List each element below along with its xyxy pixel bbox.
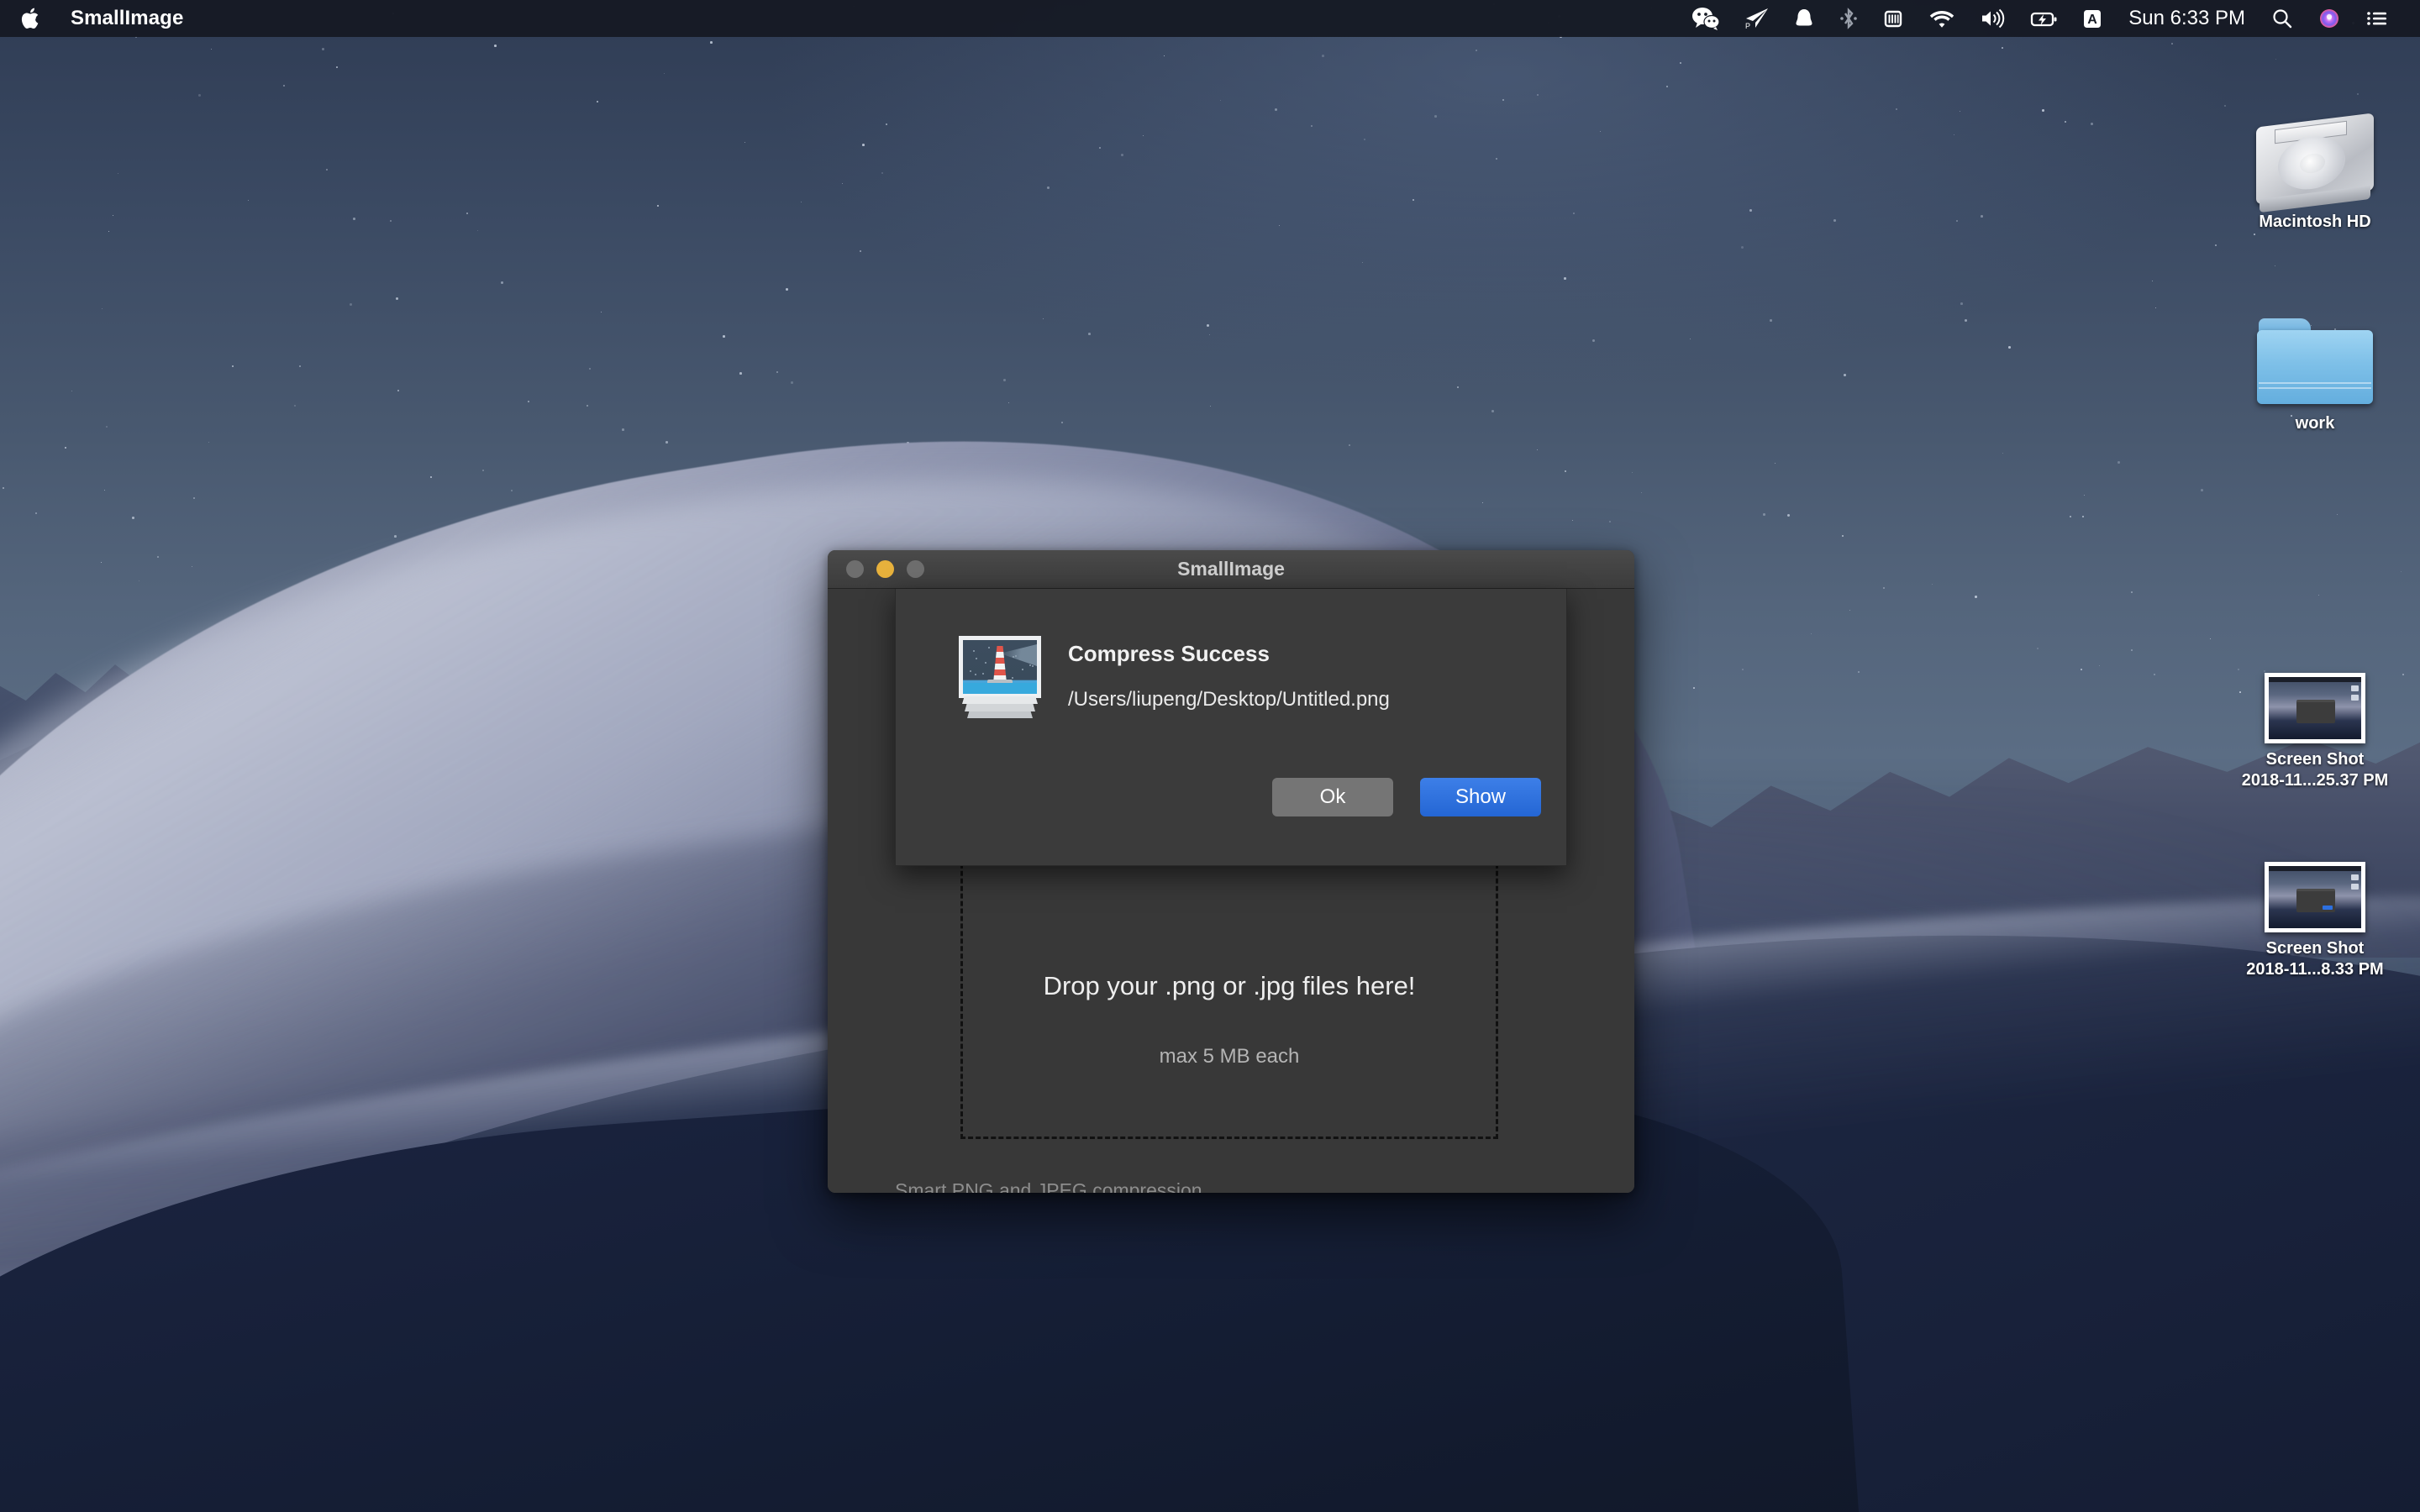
menu-bar-status-area[interactable]: P — [1680, 0, 2420, 37]
svg-text:P: P — [1745, 22, 1750, 30]
lighthouse-app-icon — [959, 636, 1041, 718]
dropzone-subtitle: max 5 MB each — [963, 1045, 1496, 1068]
dialog-button-row[interactable]: Ok Show — [1272, 778, 1541, 816]
battery-meter-icon[interactable] — [1870, 0, 1917, 37]
dialog-file-path: /Users/liupeng/Desktop/Untitled.png — [1068, 688, 1390, 711]
siri-icon[interactable] — [2306, 0, 2353, 37]
zoom-button[interactable] — [907, 560, 924, 578]
ok-button[interactable]: Ok — [1272, 778, 1393, 816]
dialog-title: Compress Success — [1068, 641, 1270, 667]
file-dropzone[interactable]: Drop your .png or .jpg files here! max 5… — [960, 841, 1498, 1139]
menu-app-title[interactable]: SmallImage — [71, 7, 183, 30]
desktop-icon-label: Macintosh HD — [2218, 212, 2412, 233]
hard-drive-icon — [2218, 80, 2412, 206]
desktop-icon-screenshot-1[interactable]: Screen Shot 2018-11...25.37 PM — [2218, 617, 2412, 791]
desktop-icon-label-line2: 2018-11...8.33 PM — [2218, 959, 2412, 980]
paperplane-icon[interactable]: P — [1732, 0, 1781, 37]
search-icon[interactable] — [2259, 0, 2306, 37]
screenshot-thumbnail-icon — [2218, 617, 2412, 743]
menu-bar[interactable]: SmallImage P — [0, 0, 2420, 37]
desktop-icon-label-line1: Screen Shot — [2218, 749, 2412, 770]
desktop-icon-screenshot-2[interactable]: Screen Shot 2018-11...8.33 PM — [2218, 806, 2412, 980]
desktop-icon-label-line1: Screen Shot — [2218, 938, 2412, 959]
window-titlebar[interactable]: SmallImage — [828, 550, 1634, 589]
screenshot-thumbnail-icon — [2218, 806, 2412, 932]
footnote-line-1: Smart PNG and JPEG compression — [895, 1177, 1470, 1193]
show-button[interactable]: Show — [1420, 778, 1541, 816]
bluetooth-icon[interactable] — [1828, 0, 1870, 37]
app-window[interactable]: SmallImage Drop your .png or .jpg files … — [828, 550, 1634, 1193]
dropzone-title: Drop your .png or .jpg files here! — [963, 971, 1496, 1001]
svg-text:A: A — [2087, 13, 2097, 27]
window-body: Drop your .png or .jpg files here! max 5… — [828, 589, 1634, 1193]
compress-success-dialog[interactable]: Compress Success /Users/liupeng/Desktop/… — [895, 589, 1567, 866]
desktop-icon-work-folder[interactable]: work — [2218, 281, 2412, 434]
wifi-icon[interactable] — [1917, 0, 1967, 37]
window-title: SmallImage — [828, 558, 1634, 580]
battery-charging-icon[interactable] — [2018, 0, 2070, 37]
minimize-button[interactable] — [876, 560, 894, 578]
wechat-icon[interactable] — [1680, 0, 1732, 37]
qq-icon[interactable] — [1781, 0, 1828, 37]
window-footnotes: Smart PNG and JPEG compression Optimize … — [895, 1177, 1470, 1193]
apple-logo-icon[interactable] — [20, 6, 42, 31]
menu-bar-clock[interactable]: Sun 6:33 PM — [2115, 7, 2259, 30]
input-source-icon[interactable]: A — [2070, 0, 2115, 37]
control-center-icon[interactable] — [2353, 0, 2402, 37]
desktop-icon-macintosh-hd[interactable]: Macintosh HD — [2218, 80, 2412, 233]
volume-icon[interactable] — [1967, 0, 2018, 37]
desktop-icon-label-line2: 2018-11...25.37 PM — [2218, 770, 2412, 791]
folder-icon — [2218, 281, 2412, 407]
traffic-lights[interactable] — [828, 560, 924, 578]
desktop-icon-label: work — [2218, 413, 2412, 434]
close-button[interactable] — [846, 560, 864, 578]
